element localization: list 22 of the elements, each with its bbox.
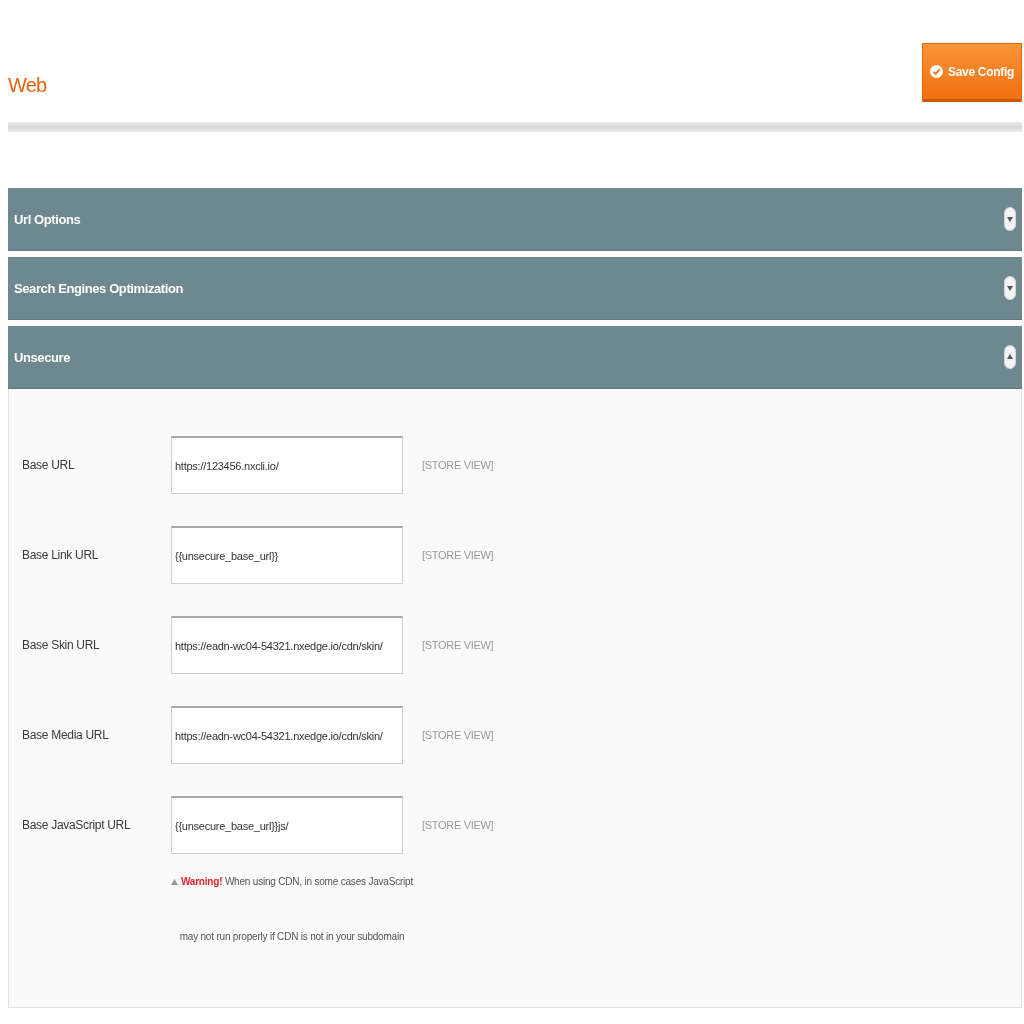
url-input[interactable]: https://eadn-wc04-54321.nxedge.io/cdn/skin/	[171, 706, 403, 764]
url-input[interactable]: https://123456.nxcli.io/	[171, 436, 403, 494]
field-label: Base URL	[22, 458, 75, 472]
scope-label: [STORE VIEW]	[422, 819, 494, 831]
scope-label: [STORE VIEW]	[422, 729, 494, 741]
page-title: Web	[8, 73, 47, 97]
section-header[interactable]: Unsecure	[8, 326, 1022, 389]
section-header[interactable]: Url Options	[8, 188, 1022, 251]
url-input[interactable]: {{unsecure_base_url}}js/	[171, 796, 403, 854]
section-header[interactable]: Search Engines Optimization	[8, 257, 1022, 320]
field-label: Base JavaScript URL	[22, 818, 131, 832]
check-circle-icon	[929, 65, 943, 78]
warning-note: Warning! When using CDN, in some cases JavaScript may not run properly if CDN is not in your subdomain	[179, 876, 414, 942]
scope-label: [STORE VIEW]	[422, 459, 494, 471]
warning-icon	[170, 879, 178, 886]
field-label: Base Link URL	[22, 548, 99, 562]
url-input[interactable]: {{unsecure_base_url}}	[171, 526, 403, 584]
url-input[interactable]: https://eadn-wc04-54321.nxedge.io/cdn/skin/	[171, 616, 403, 674]
scope-label: [STORE VIEW]	[422, 549, 494, 561]
scope-label: [STORE VIEW]	[422, 639, 494, 651]
field-label: Base Skin URL	[22, 638, 100, 652]
field-label: Base Media URL	[22, 728, 109, 742]
